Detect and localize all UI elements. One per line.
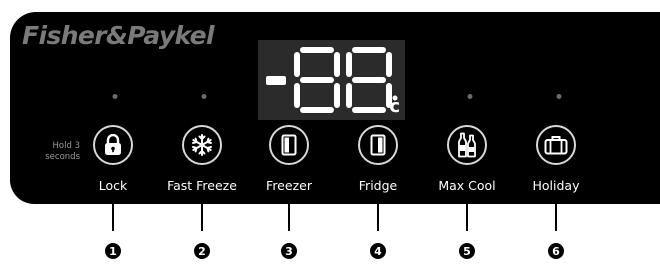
lock-button[interactable] xyxy=(93,125,133,165)
callout-line xyxy=(377,197,379,231)
callout-number: 5 xyxy=(459,243,475,259)
lock-indicator-led xyxy=(112,94,118,99)
fridge-label: Fridge xyxy=(358,178,398,193)
fridge-button[interactable] xyxy=(358,125,398,165)
bottles-icon xyxy=(458,132,476,158)
fast-freeze-button[interactable] xyxy=(182,125,222,165)
callout-line xyxy=(112,197,114,231)
holiday-label: Holiday xyxy=(532,178,580,193)
hold-hint: Hold 3 seconds xyxy=(45,141,80,162)
freezer-icon xyxy=(281,134,297,156)
brand-logo: Fisher&Paykel xyxy=(22,21,215,50)
suitcase-icon xyxy=(544,136,568,155)
callout-number: 3 xyxy=(281,243,297,259)
callout-line xyxy=(201,197,203,231)
callout-number: 4 xyxy=(370,243,386,259)
freezer-button[interactable] xyxy=(269,125,309,165)
callout-number: 6 xyxy=(548,243,564,259)
callout-number: 2 xyxy=(194,243,210,259)
callout-line xyxy=(288,197,290,231)
max-cool-button[interactable] xyxy=(447,125,487,165)
lock-icon xyxy=(105,134,121,155)
fast-freeze-indicator-led xyxy=(201,94,207,99)
max-cool-label: Max Cool xyxy=(438,178,496,193)
max-cool-indicator-led xyxy=(467,94,473,99)
lock-label: Lock xyxy=(98,178,128,193)
snowflake-icon xyxy=(192,134,212,156)
callout-line xyxy=(555,197,557,231)
callout-number: 1 xyxy=(105,243,121,259)
holiday-button[interactable] xyxy=(536,125,576,165)
fridge-icon xyxy=(370,134,386,156)
temperature-display: c xyxy=(258,40,405,120)
seven-segment-digits xyxy=(266,47,398,113)
temperature-unit: c xyxy=(389,96,400,117)
fast-freeze-label: Fast Freeze xyxy=(167,178,237,193)
callout-line xyxy=(466,197,468,231)
freezer-label: Freezer xyxy=(266,178,312,193)
holiday-indicator-led xyxy=(556,94,562,99)
